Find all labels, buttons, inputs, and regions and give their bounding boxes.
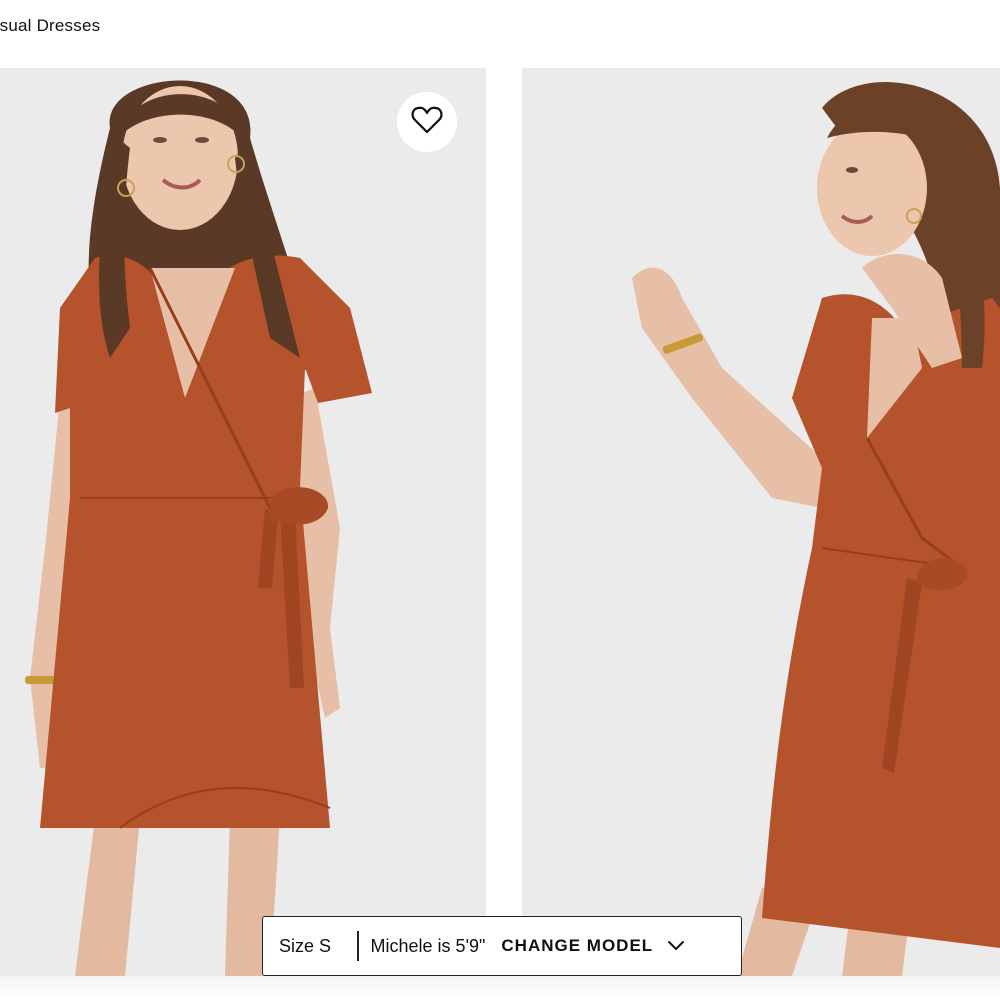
heart-outline-icon	[411, 105, 443, 140]
model-side-illustration	[522, 68, 1000, 976]
divider	[357, 931, 359, 961]
model-height-text: Michele is 5'9"	[370, 935, 486, 956]
model-info-bar: Size S Michele is 5'9" CHANGE MODEL	[262, 916, 742, 976]
breadcrumb[interactable]: asual Dresses	[0, 16, 100, 36]
model-front-illustration	[0, 68, 486, 976]
change-model-button[interactable]: CHANGE MODEL	[501, 936, 653, 956]
product-page: asual Dresses Size S Michele is 5'9" CHA…	[0, 0, 1000, 1000]
size-label: Size S	[279, 935, 332, 956]
favorite-button[interactable]	[397, 92, 457, 152]
product-image-front[interactable]	[0, 68, 486, 976]
bottom-edge	[0, 976, 1000, 1000]
product-image-side[interactable]	[522, 68, 1000, 976]
chevron-down-icon[interactable]	[667, 940, 685, 952]
